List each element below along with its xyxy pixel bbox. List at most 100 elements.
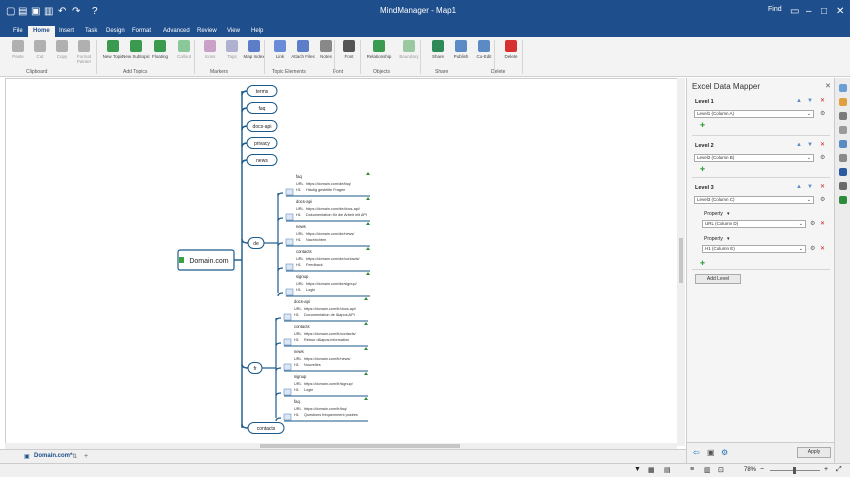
move-down-icon[interactable]: ▼ [807,141,813,149]
remove-property-icon[interactable]: ✕ [820,245,825,253]
layout-icon[interactable]: ▤ [664,466,671,474]
undo-icon[interactable]: ↶ [58,5,66,19]
apply-button[interactable]: Apply [797,447,831,458]
fit-map-icon[interactable]: ⊡ [718,466,724,474]
document-tab[interactable]: Domain.com* [34,453,72,459]
move-up-icon[interactable]: ▲ [796,141,802,149]
notes-icon[interactable] [283,388,292,396]
level-column-select[interactable]: Level3 (Column C) ⌄ [694,196,814,204]
mind-map[interactable]: terms faq docs-api privacy news de fr contacts D… [6,79,686,447]
view-icon[interactable]: ▦ [648,466,655,474]
notes-icon[interactable] [283,363,292,371]
remove-level-icon[interactable]: ✕ [820,141,825,149]
add-property-icon[interactable]: ✚ [700,260,705,268]
tab-advanced[interactable]: Advanced [158,26,195,37]
format-icon[interactable] [839,140,847,148]
zoom-out-icon[interactable]: − [760,466,764,473]
move-down-icon[interactable]: ▼ [807,183,813,191]
add-property-icon[interactable]: ✚ [700,166,705,174]
redo-icon[interactable]: ↷ [72,5,80,19]
notes-icon[interactable] [285,238,294,246]
minimize-icon[interactable]: – [806,5,812,19]
back-icon[interactable]: ⇦ [693,448,700,457]
collapse-indicator[interactable] [366,222,370,225]
zoom-slider-thumb[interactable] [793,467,796,474]
property-menu-icon[interactable]: ▾ [727,210,730,218]
tab-review[interactable]: Review [192,26,222,37]
add-tab-icon[interactable]: + [84,453,88,460]
browser-icon[interactable] [839,182,847,190]
tab-home[interactable]: Home [28,26,55,37]
subtopic-name[interactable]: signup [294,374,307,379]
property-menu-icon[interactable]: ▾ [727,235,730,243]
subtopic-name[interactable]: contacts [296,249,312,254]
library-icon[interactable] [839,112,847,120]
tab-design[interactable]: Design [101,26,130,37]
close-icon[interactable]: ✕ [836,5,844,19]
save-icon[interactable]: ▣ [31,5,40,19]
panel-close-icon[interactable]: ✕ [825,82,831,90]
relationship-button[interactable]: Relationship [365,39,393,59]
font-button[interactable]: Font [335,39,363,59]
tab-file[interactable]: File [8,26,28,37]
outline-view-icon[interactable]: ≡ [690,466,694,473]
zoom-in-icon[interactable]: + [824,466,828,473]
format-painter-button[interactable]: Format Painter [70,39,98,64]
level-settings-icon[interactable]: ⚙ [820,196,825,204]
delete-button[interactable]: Delete [497,39,525,59]
subtopic-name[interactable]: faq [294,399,300,404]
gantt-view-icon[interactable]: ▥ [704,466,711,474]
notes-icon[interactable] [283,338,292,346]
notes-icon[interactable] [283,413,292,421]
search-icon[interactable] [839,154,847,162]
filter-icon[interactable]: ▼ [634,466,641,473]
help-icon[interactable]: ? [92,5,98,19]
subtopic-name[interactable]: news [296,224,306,229]
collapse-indicator[interactable] [366,172,370,175]
vertical-scroll-thumb[interactable] [679,238,683,283]
open-icon[interactable]: ▤ [18,5,27,19]
remove-level-icon[interactable]: ✕ [820,97,825,105]
collapse-indicator[interactable] [364,397,368,400]
pin-icon[interactable]: ⇅ [72,453,77,460]
notes-icon[interactable] [285,288,294,296]
subtopic-name[interactable]: docs-api [296,199,312,204]
subtopic-name[interactable]: docs-api [294,299,310,304]
notes-icon[interactable] [283,313,292,321]
collapse-indicator[interactable] [366,247,370,250]
collapse-indicator[interactable] [364,347,368,350]
collapse-indicator[interactable] [364,322,368,325]
outlook-icon[interactable] [839,168,847,176]
subtopic-name[interactable]: faq [296,174,302,179]
property-settings-icon[interactable]: ⚙ [810,220,815,228]
add-property-icon[interactable]: ✚ [700,122,705,130]
remove-property-icon[interactable]: ✕ [820,220,825,228]
remove-level-icon[interactable]: ✕ [820,183,825,191]
tab-insert[interactable]: Insert [54,26,79,37]
task-info-icon[interactable] [839,84,847,92]
boundary-button[interactable]: Boundary [395,39,423,59]
notes-icon[interactable] [285,188,294,196]
find-label[interactable]: Find [768,6,782,13]
collapse-indicator[interactable] [366,272,370,275]
collapse-indicator[interactable] [364,372,368,375]
subtopic-name[interactable]: signup [296,274,309,279]
move-down-icon[interactable]: ▼ [807,97,813,105]
level-settings-icon[interactable]: ⚙ [820,154,825,162]
tab-format[interactable]: Format [127,26,156,37]
level-settings-icon[interactable]: ⚙ [820,110,825,118]
excel-icon[interactable] [839,196,847,204]
markers-icon[interactable] [839,126,847,134]
settings-icon[interactable]: ⚙ [721,448,728,457]
save-config-icon[interactable]: ▣ [707,448,715,457]
level-column-select[interactable]: Level1 (Column A) ⌄ [694,110,814,118]
move-up-icon[interactable]: ▲ [796,97,802,105]
map-canvas[interactable]: terms faq docs-api privacy news de fr contacts D… [5,78,685,446]
notes-icon[interactable] [285,263,294,271]
new-icon[interactable]: ▢ [6,5,15,19]
tab-view[interactable]: View [222,26,245,37]
add-level-button[interactable]: Add Level [695,274,741,284]
subtopic-name[interactable]: news [294,349,304,354]
property-settings-icon[interactable]: ⚙ [810,245,815,253]
move-up-icon[interactable]: ▲ [796,183,802,191]
